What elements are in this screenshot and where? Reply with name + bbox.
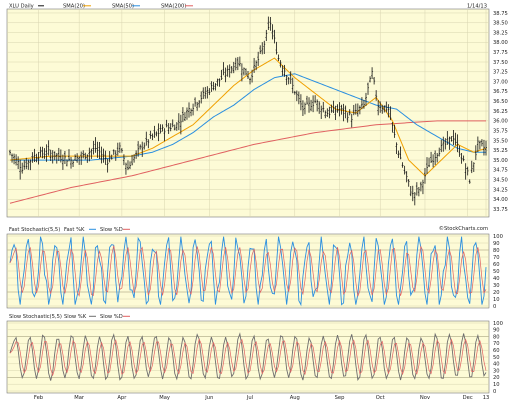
stoch-ytick-label: 40 <box>493 362 500 368</box>
legend-sma20: SMA(20) <box>63 4 85 10</box>
x-tick-label: Sep <box>335 395 345 401</box>
stoch-ytick-label: 50 <box>493 355 500 361</box>
x-tick-label: May <box>159 395 170 401</box>
price-ytick-label: 33.75 <box>493 207 508 213</box>
slow-stoch-legend-k: Slow %K <box>64 314 87 320</box>
legend-sma50: SMA(50) <box>112 4 134 10</box>
price-ytick-label: 35.25 <box>493 148 508 154</box>
stoch-ytick-label: 70 <box>493 255 500 261</box>
stoch-ytick-label: 20 <box>493 290 500 296</box>
price-ytick-label: 37.25 <box>493 70 508 76</box>
x-tick-label: 13 <box>483 395 490 401</box>
x-tick-label: Apr <box>117 395 127 401</box>
stoch-ytick-label: 100 <box>493 234 503 240</box>
stoch-ytick-label: 30 <box>493 283 500 289</box>
x-tick-label: Dec <box>463 395 473 401</box>
fast-stoch-legend-d: Slow %D <box>100 227 123 233</box>
stoch-ytick-label: 90 <box>493 328 500 334</box>
price-ytick-label: 38.75 <box>493 11 508 17</box>
watermark: ©StockCharts.com <box>439 225 488 232</box>
slow-stoch-legend-d: Slow %D <box>100 314 123 320</box>
stoch-ytick-label: 10 <box>493 382 500 388</box>
fast-stoch-title: Fast Stochastic(5,5) <box>9 227 60 233</box>
price-ytick-label: 36.25 <box>493 109 508 115</box>
x-tick-label: Aug <box>290 395 300 401</box>
stoch-ytick-label: 0 <box>493 389 496 395</box>
x-tick-label: Feb <box>34 395 44 401</box>
stoch-ytick-label: 80 <box>493 334 500 340</box>
price-ytick-label: 36.50 <box>493 99 508 105</box>
x-tick-label: Jun <box>204 395 213 401</box>
price-ytick-label: 38.25 <box>493 30 508 36</box>
x-tick-label: Oct <box>376 395 385 401</box>
stoch-ytick-label: 90 <box>493 241 500 247</box>
price-ytick-label: 35.00 <box>493 158 508 164</box>
price-ytick-label: 37.50 <box>493 60 508 66</box>
stoch-ytick-label: 80 <box>493 248 500 254</box>
price-ytick-label: 34.00 <box>493 197 508 203</box>
price-ytick-label: 37.00 <box>493 79 508 85</box>
price-ytick-label: 34.50 <box>493 177 508 183</box>
x-tick-label: Jul <box>246 395 253 401</box>
price-ytick-label: 36.00 <box>493 119 508 125</box>
stoch-ytick-label: 60 <box>493 262 500 268</box>
price-ytick-labels: 33.75 34.00 34.25 34.50 34.75 35.00 35.25 35.50… <box>493 11 508 213</box>
stoch-ytick-label: 20 <box>493 375 500 381</box>
stoch-ytick-label: 60 <box>493 348 500 354</box>
fast-stoch-legend-k: Fast %K <box>64 227 85 233</box>
price-ytick-label: 35.50 <box>493 138 508 144</box>
stoch-ytick-label: 70 <box>493 341 500 347</box>
price-ytick-label: 38.50 <box>493 21 508 27</box>
chart-svg: 33.75 34.00 34.25 34.50 34.75 35.00 35.25 35.50… <box>0 0 519 402</box>
x-tick-label: Nov <box>420 395 430 401</box>
legend-sma200: SMA(200) <box>161 4 186 10</box>
stoch-ytick-label: 40 <box>493 276 500 282</box>
x-tick-label: Mar <box>74 395 85 401</box>
chart-root: 33.75 34.00 34.25 34.50 34.75 35.00 35.25 35.50… <box>0 0 519 402</box>
symbol-label: XLU Daily <box>9 4 34 10</box>
date-label: 1/14/13 <box>467 4 487 10</box>
price-ytick-label: 34.25 <box>493 187 508 193</box>
stoch-ytick-label: 0 <box>493 304 496 310</box>
price-ytick-label: 36.75 <box>493 89 508 95</box>
stoch-ytick-label: 100 <box>493 321 503 327</box>
stoch-ytick-label: 10 <box>493 297 500 303</box>
stoch-ytick-label: 50 <box>493 269 500 275</box>
price-ytick-label: 35.75 <box>493 128 508 134</box>
price-ytick-label: 34.75 <box>493 168 508 174</box>
price-ytick-label: 38.00 <box>493 40 508 46</box>
slow-stoch-title: Slow Stochastic(5,5) <box>9 314 62 320</box>
stoch-ytick-label: 30 <box>493 368 500 374</box>
price-ytick-label: 37.75 <box>493 50 508 56</box>
